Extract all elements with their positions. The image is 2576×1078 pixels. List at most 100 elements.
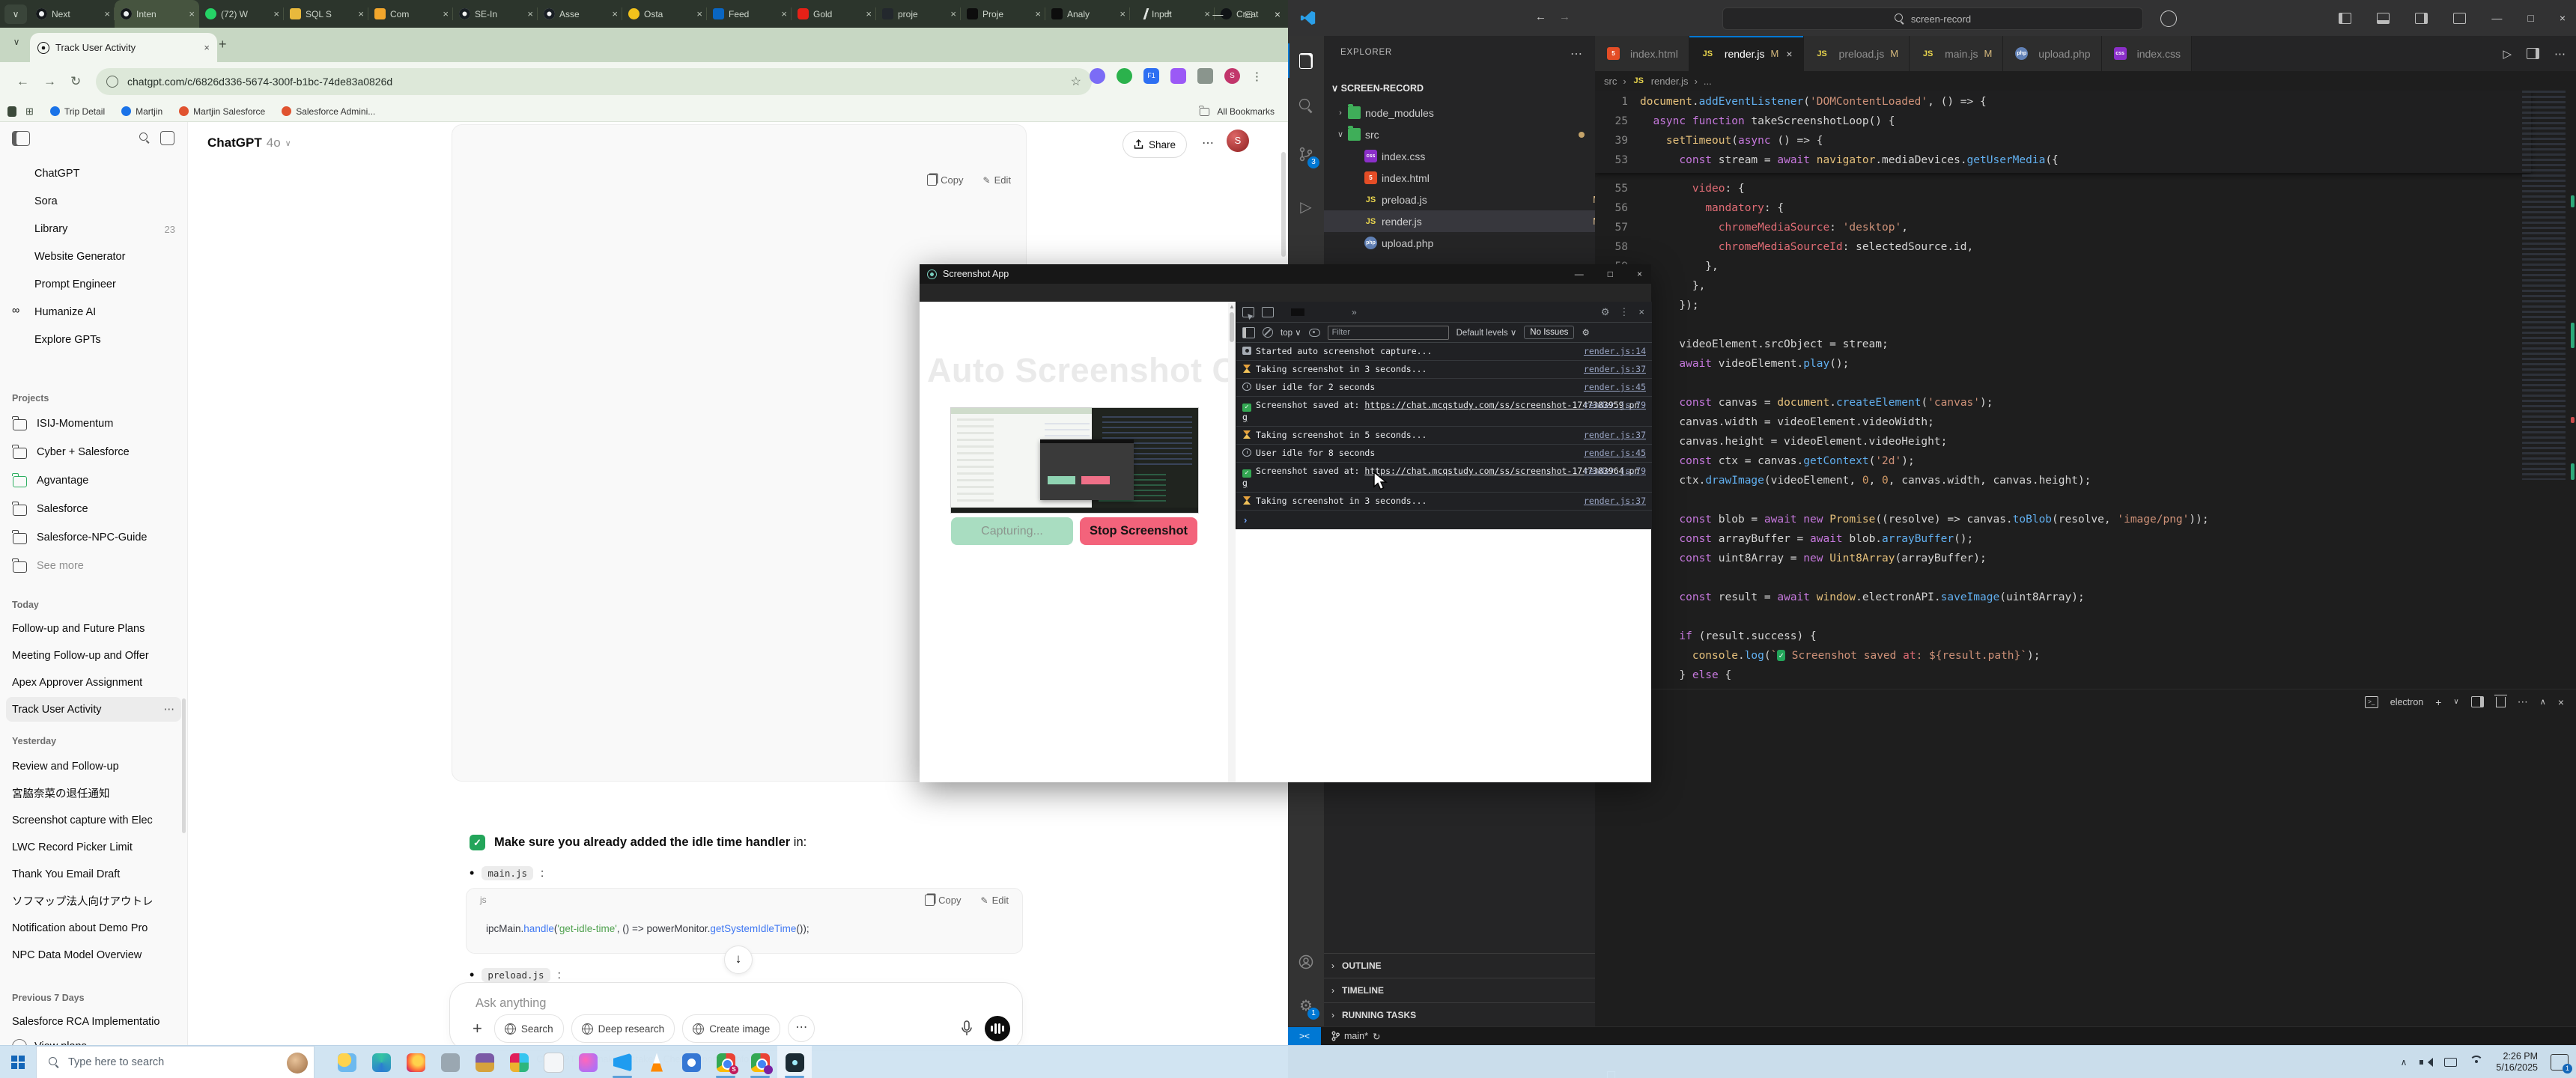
tab-close-icon[interactable]: ×: [441, 8, 450, 19]
more-actions-icon[interactable]: ⋯: [2554, 47, 2566, 61]
inspect-element-icon[interactable]: [1242, 307, 1254, 317]
search-sidebar-icon[interactable]: [1288, 88, 1324, 123]
run-debug-icon[interactable]: ▷: [1288, 189, 1324, 224]
account-icon[interactable]: [1288, 945, 1324, 979]
sidebar-scrollbar[interactable]: [182, 698, 186, 833]
tab-close-icon[interactable]: ×: [1033, 8, 1042, 19]
breadcrumb[interactable]: src› JS render.js› ...: [1604, 71, 1712, 91]
console-settings-icon[interactable]: ⚙: [1582, 327, 1589, 338]
taskbar-app-icon[interactable]: [364, 1046, 398, 1078]
extensions-puzzle-icon[interactable]: [1197, 68, 1213, 84]
reload-icon[interactable]: ↻: [70, 74, 81, 89]
devtools-settings-icon[interactable]: ⚙: [1601, 306, 1610, 318]
log-levels-selector[interactable]: Default levels ∨: [1456, 327, 1517, 338]
extension-icon[interactable]: [1117, 68, 1132, 84]
app-scrollbar[interactable]: ▲: [1228, 302, 1236, 782]
git-branch-status[interactable]: main* ↻: [1331, 1027, 1380, 1045]
minimize-button[interactable]: —: [1212, 8, 1223, 20]
console-message[interactable]: Taking screenshot in 3 seconds... render…: [1236, 361, 1652, 379]
extension-icon[interactable]: [1170, 68, 1186, 84]
split-editor-icon[interactable]: [2527, 48, 2539, 59]
project-item[interactable]: Salesforce-NPC-Guide: [6, 525, 181, 550]
taskbar-app-icon[interactable]: [467, 1046, 502, 1078]
browser-tab[interactable]: Com ×: [368, 0, 453, 28]
tool-pill-button[interactable]: Deep research: [571, 1014, 675, 1043]
tab-close-icon[interactable]: ×: [356, 8, 365, 19]
chat-history-item[interactable]: Follow-up and Future Plans: [6, 616, 181, 641]
tab-close-icon[interactable]: ×: [187, 8, 196, 19]
taskbar-app-icon[interactable]: [398, 1046, 433, 1078]
clock[interactable]: 2:26 PM 5/16/2025: [2496, 1051, 2538, 1074]
source-link[interactable]: render.js:14: [1584, 346, 1646, 357]
console-filter-input[interactable]: Filter: [1328, 326, 1449, 340]
browser-tab[interactable]: Analy ×: [1045, 0, 1130, 28]
panel-close-icon[interactable]: ×: [2558, 696, 2564, 708]
sidebar-nav-item[interactable]: Explore GPTs: [6, 327, 181, 353]
volume-icon[interactable]: [2419, 1058, 2431, 1067]
tab-close-icon[interactable]: ×: [1786, 48, 1792, 60]
tool-pill-button[interactable]: Search: [494, 1014, 564, 1043]
taskbar-app-icon[interactable]: [433, 1046, 467, 1078]
notifications-icon[interactable]: 1: [2551, 1054, 2569, 1071]
editor-tab[interactable]: JS render.js M ×: [1689, 36, 1804, 71]
tree-file-row[interactable]: ∨ src: [1324, 124, 1595, 145]
bookmark-item[interactable]: Martjin: [121, 106, 162, 117]
tree-file-row[interactable]: css index.css: [1324, 145, 1611, 167]
url-text[interactable]: chatgpt.com/c/6826d336-5674-300f-b1bc-74…: [127, 76, 392, 88]
console-message[interactable]: Screenshot saved at: https://chat.mcqstu…: [1236, 397, 1652, 427]
devtools-menu-icon[interactable]: ⋮: [1619, 306, 1629, 318]
menu-item[interactable]: [1342, 15, 1354, 21]
extension-icon[interactable]: [1090, 68, 1105, 84]
site-info-icon[interactable]: [106, 76, 118, 88]
console-prompt[interactable]: ›: [1236, 511, 1652, 529]
maximize-button[interactable]: □: [1245, 8, 1251, 20]
profile-avatar[interactable]: S: [1224, 68, 1240, 84]
tab-close-icon[interactable]: ×: [103, 8, 112, 19]
console-message[interactable]: User idle for 2 seconds render.js:45: [1236, 379, 1652, 397]
browser-tab[interactable]: Next ×: [30, 0, 115, 28]
settings-gear-icon[interactable]: ⚙1: [1288, 988, 1324, 1023]
close-button[interactable]: ×: [1275, 8, 1281, 20]
source-link[interactable]: render.js:45: [1584, 382, 1646, 393]
tab-close-icon[interactable]: ×: [204, 42, 210, 53]
source-link[interactable]: render.js:45: [1584, 448, 1646, 459]
browser-tab[interactable]: SE-In ×: [453, 0, 538, 28]
edit-button[interactable]: ✎Edit: [981, 895, 1009, 906]
devtools-tab[interactable]: [1304, 308, 1318, 316]
mic-icon[interactable]: [961, 1020, 973, 1037]
taskbar-app-icon[interactable]: [605, 1046, 640, 1078]
sidebar-toggle-icon[interactable]: [12, 131, 30, 146]
copy-button[interactable]: Copy: [927, 174, 963, 186]
devtools-tab[interactable]: [1318, 308, 1331, 316]
chat-history-item[interactable]: Thank You Email Draft: [6, 862, 181, 886]
back-icon[interactable]: ←: [16, 74, 29, 89]
tab-close-icon[interactable]: ×: [526, 8, 535, 19]
console-message[interactable]: Taking screenshot in 5 seconds... render…: [1236, 427, 1652, 445]
sidebar-section-header[interactable]: ›RUNNING TASKS: [1324, 1002, 1595, 1027]
run-button[interactable]: ▷: [2503, 47, 2512, 61]
taskbar-app-icon[interactable]: [502, 1046, 536, 1078]
browser-tab[interactable]: Gold ×: [792, 0, 876, 28]
tab-close-icon[interactable]: ×: [780, 8, 789, 19]
chat-history-item[interactable]: LWC Record Picker Limit: [6, 835, 181, 859]
tree-file-row[interactable]: JS preload.js M: [1324, 189, 1611, 210]
browser-tab[interactable]: Inten ×: [115, 0, 199, 28]
capturing-button[interactable]: Capturing...: [951, 517, 1073, 545]
tab-close-icon[interactable]: ×: [610, 8, 619, 19]
tab-close-icon[interactable]: ×: [949, 8, 958, 19]
share-button[interactable]: Share: [1123, 131, 1187, 158]
issues-counter[interactable]: No Issues: [1524, 326, 1574, 339]
explorer-options-icon[interactable]: ⋯: [1570, 46, 1583, 61]
stop-screenshot-button[interactable]: Stop Screenshot: [1080, 517, 1197, 545]
user-avatar[interactable]: S: [1227, 130, 1249, 152]
customize-layout-icon[interactable]: [2453, 13, 2466, 24]
tab-close-icon[interactable]: ×: [1118, 8, 1127, 19]
tree-file-row[interactable]: 5 index.html: [1324, 167, 1611, 189]
menu-item[interactable]: [1387, 15, 1399, 21]
new-tab-button[interactable]: +: [219, 37, 227, 52]
sidebar-nav-item[interactable]: ChatGPT: [6, 161, 181, 186]
sidebar-nav-item[interactable]: Sora: [6, 189, 181, 214]
side-panel-icon[interactable]: [7, 106, 16, 117]
search-highlight-avatar[interactable]: [287, 1053, 308, 1074]
tab-search-chevron-icon[interactable]: ∨: [7, 37, 25, 53]
